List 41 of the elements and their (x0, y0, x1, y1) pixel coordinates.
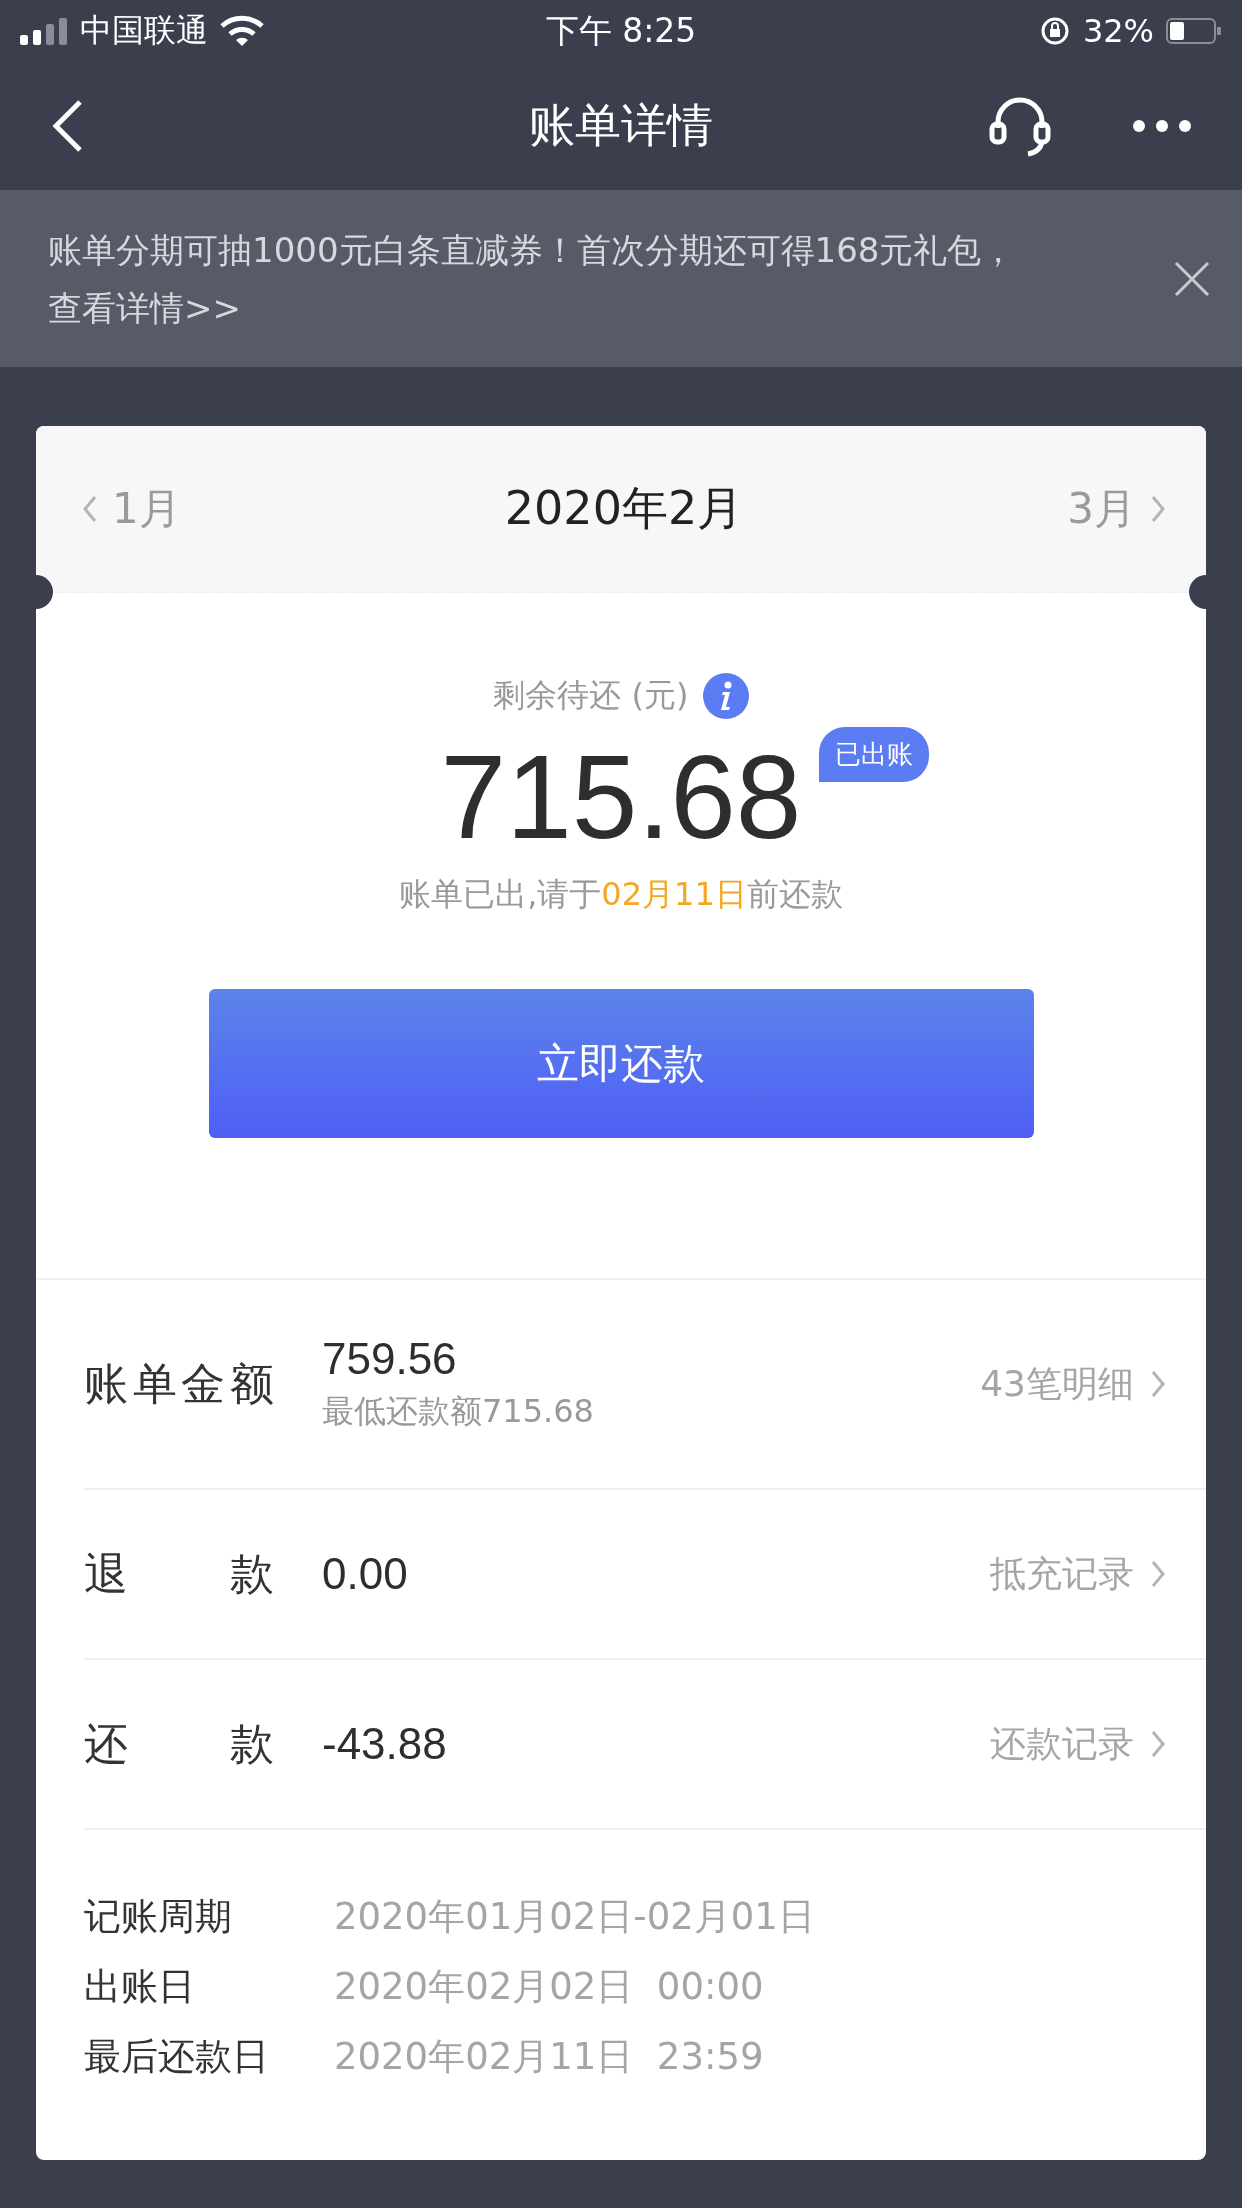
chevron-left-icon (82, 494, 98, 524)
detail-value: 2020年01月02日-02月01日 (334, 1894, 815, 1940)
row-label: 退款 (84, 1546, 274, 1601)
row-link[interactable]: 抵充记录 (990, 1549, 1166, 1599)
repay-button[interactable]: 立即还款 (208, 989, 1034, 1138)
row-link[interactable]: 还款记录 (990, 1719, 1166, 1769)
wifi-icon (220, 15, 264, 47)
row-label: 还款 (84, 1716, 274, 1771)
row-value: 759.56 (322, 1334, 458, 1384)
remaining-amount: 715.68 (440, 731, 802, 863)
due-notice: 账单已出,请于02月11日前还款 (399, 874, 843, 915)
detail-label: 记账周期 (84, 1894, 233, 1940)
current-month: 2020年2月 (504, 480, 744, 537)
promo-banner[interactable]: 账单分期可抽1000元白条直减券！首次分期还可得168元礼包，查看详情>> (0, 190, 1242, 367)
battery-icon (1166, 17, 1222, 45)
promo-text[interactable]: 账单分期可抽1000元白条直减券！首次分期还可得168元礼包，查看详情>> (48, 220, 1048, 337)
chevron-right-icon (1150, 494, 1166, 524)
battery-percent: 32% (1082, 12, 1154, 50)
detail-label: 最后还款日 (84, 2034, 270, 2080)
row-link[interactable]: 43笔明细 (980, 1359, 1166, 1409)
row-subtext: 最低还款额715.68 (322, 1391, 595, 1432)
next-month-link[interactable]: 3月 (1067, 481, 1166, 537)
row-label: 账单金额 (84, 1356, 274, 1411)
detail-label: 出账日 (84, 1964, 196, 2010)
signal-icon (20, 17, 68, 45)
carrier-name: 中国联通 (80, 10, 208, 51)
status-badge: 已出账 (819, 727, 930, 782)
chevron-right-icon (1150, 1559, 1166, 1589)
prev-month-link[interactable]: 1月 (82, 481, 181, 537)
chevron-right-icon (1150, 1369, 1166, 1399)
page-title: 账单详情 (529, 97, 713, 154)
remaining-label: 剩余待还 (元) (493, 675, 689, 716)
status-time: 下午 8:25 (545, 9, 697, 52)
more-icon[interactable] (1132, 119, 1192, 133)
row-value: 0.00 (322, 1549, 409, 1599)
chevron-right-icon (1150, 1729, 1166, 1759)
close-icon[interactable] (1174, 260, 1210, 297)
row-value: -43.88 (322, 1719, 448, 1769)
info-icon[interactable] (702, 673, 749, 719)
detail-value: 2020年02月02日 00:00 (334, 1964, 764, 2010)
detail-value: 2020年02月11日 23:59 (334, 2034, 764, 2080)
